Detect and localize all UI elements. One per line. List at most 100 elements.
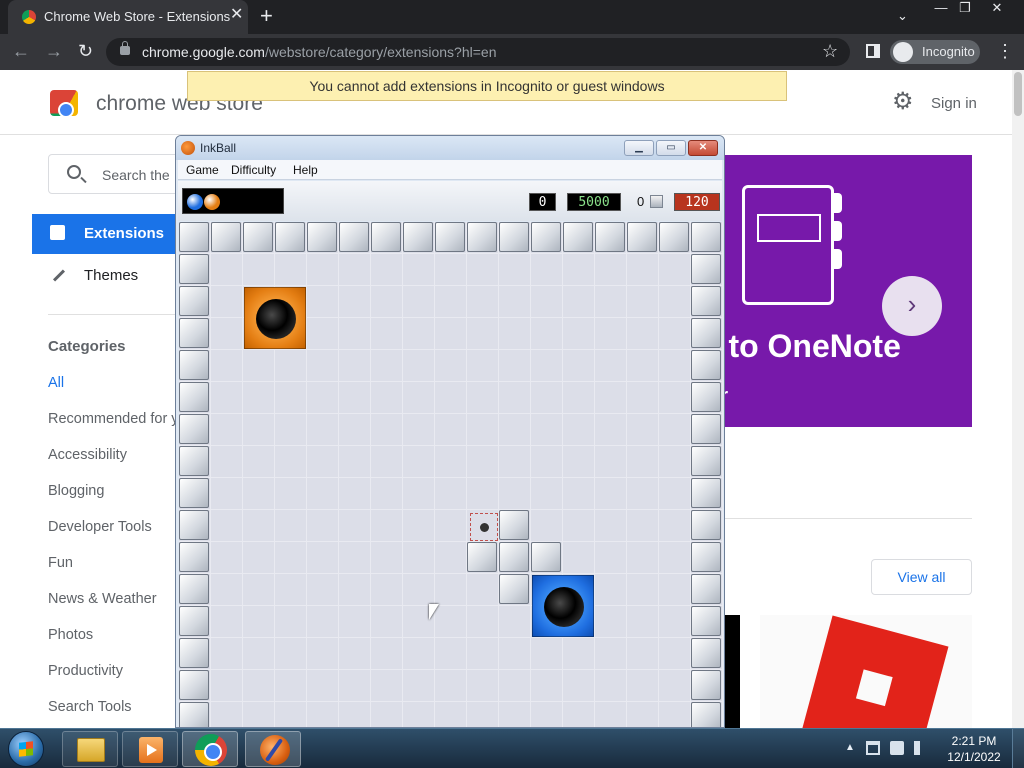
wall-block — [595, 222, 625, 252]
settings-gear-icon[interactable]: ⚙ — [892, 90, 914, 114]
category-all[interactable]: All — [48, 375, 64, 391]
inkball-titlebar[interactable]: InkBall ▁ ▭ ✕ — [176, 136, 724, 160]
show-desktop-button[interactable] — [1012, 729, 1024, 768]
incognito-warning-bar: You cannot add extensions in Incognito o… — [187, 71, 787, 101]
nav-extensions[interactable]: Extensions — [32, 214, 182, 254]
taskbar-chrome[interactable] — [182, 731, 238, 767]
brush-icon — [52, 269, 66, 282]
show-hidden-icons-button[interactable]: ▲ — [845, 742, 855, 753]
wall-block — [179, 638, 209, 668]
gray-balls-count: 0 — [637, 194, 645, 209]
nav-themes[interactable]: Themes — [32, 256, 182, 296]
tab-webstore[interactable]: Chrome Web Store - Extensions ✕ — [8, 0, 248, 34]
tab-close-icon[interactable]: ✕ — [230, 7, 243, 23]
inkball-minimize-button[interactable]: ▁ — [624, 140, 654, 156]
menu-help[interactable]: Help — [293, 163, 318, 177]
notebook-tab-icon — [834, 249, 842, 269]
categories-heading: Categories — [48, 338, 126, 355]
page-scrollbar[interactable] — [1012, 70, 1024, 728]
browser-menu-icon[interactable]: ⋮ — [996, 42, 1014, 60]
windows-taskbar: ▲ 2:21 PM 12/1/2022 — [0, 728, 1024, 768]
wall-block — [243, 222, 273, 252]
lock-icon[interactable] — [120, 41, 130, 55]
wall-block — [691, 318, 721, 348]
close-window-button[interactable]: ✕ — [982, 0, 1012, 18]
scrollbar-thumb[interactable] — [1014, 72, 1022, 116]
url-text[interactable]: chrome.google.com/webstore/category/exte… — [142, 44, 497, 60]
wall-block — [691, 414, 721, 444]
taskbar-inkball[interactable] — [245, 731, 301, 767]
url-path: /webstore/category/extensions?hl=en — [264, 44, 497, 60]
wall-block — [179, 382, 209, 412]
menu-game[interactable]: Game — [186, 163, 219, 177]
category-recommended[interactable]: Recommended for y — [48, 411, 179, 427]
category-fun[interactable]: Fun — [48, 555, 73, 571]
start-button[interactable] — [8, 731, 44, 767]
tab-title: Chrome Web Store - Extensions — [44, 9, 231, 24]
inkball-menubar: Game Difficulty Help — [178, 160, 722, 180]
blue-hole — [532, 575, 594, 637]
category-photos[interactable]: Photos — [48, 627, 93, 643]
hole-opening-icon — [544, 587, 584, 627]
extension-card[interactable] — [760, 615, 972, 728]
forward-button[interactable]: → — [45, 41, 63, 61]
webstore-logo-icon[interactable] — [50, 90, 78, 118]
incognito-badge[interactable]: Incognito — [890, 40, 980, 64]
wall-block — [691, 638, 721, 668]
category-search-tools[interactable]: Search Tools — [48, 699, 132, 715]
inkball-title: InkBall — [200, 141, 237, 155]
view-all-button[interactable]: View all — [871, 559, 972, 595]
category-blogging[interactable]: Blogging — [48, 483, 104, 499]
wall-block — [179, 414, 209, 444]
back-button[interactable]: ← — [12, 41, 30, 61]
volume-icon[interactable] — [914, 741, 928, 755]
inkball-close-button[interactable]: ✕ — [688, 140, 718, 156]
wall-block — [179, 286, 209, 316]
wall-block — [691, 222, 721, 252]
sign-in-link[interactable]: Sign in — [931, 95, 977, 112]
network-icon[interactable] — [866, 741, 880, 755]
inkball-icon — [260, 735, 290, 765]
balls-sunk-counter: 0 — [529, 193, 556, 211]
taskbar-media-player[interactable] — [122, 731, 178, 767]
category-accessibility[interactable]: Accessibility — [48, 447, 127, 463]
clock-date[interactable]: 12/1/2022 — [944, 750, 1004, 764]
wall-block — [179, 222, 209, 252]
address-bar[interactable]: chrome.google.com/webstore/category/exte… — [106, 38, 850, 66]
wall-block — [691, 542, 721, 572]
category-productivity[interactable]: Productivity — [48, 663, 123, 679]
wall-block — [691, 478, 721, 508]
section-divider — [724, 518, 972, 519]
action-center-icon[interactable] — [890, 741, 904, 755]
bookmark-star-icon[interactable]: ☆ — [822, 41, 838, 62]
wall-block — [659, 222, 689, 252]
menu-difficulty[interactable]: Difficulty — [231, 163, 276, 177]
wall-block — [691, 574, 721, 604]
wall-block — [691, 510, 721, 540]
side-panel-icon[interactable] — [866, 44, 880, 58]
queued-orange-ball-icon — [204, 194, 220, 210]
new-tab-button[interactable]: + — [260, 5, 273, 27]
taskbar-explorer[interactable] — [62, 731, 118, 767]
orange-hole — [244, 287, 306, 349]
roblox-logo-icon — [801, 615, 949, 728]
category-news-weather[interactable]: News & Weather — [48, 591, 157, 607]
game-board[interactable] — [179, 222, 723, 727]
banner-next-button[interactable]: › — [882, 276, 942, 336]
clock-time[interactable]: 2:21 PM — [944, 734, 1004, 748]
wall-block — [179, 670, 209, 700]
promo-banner[interactable]: o to OneNote ber › — [700, 155, 972, 427]
windows-explorer-icon — [77, 738, 105, 762]
wall-block — [467, 222, 497, 252]
extension-thumbnail[interactable] — [724, 615, 740, 728]
restore-window-button[interactable]: ❐ — [950, 0, 980, 18]
wall-block — [691, 606, 721, 636]
tab-search-chevron-icon[interactable]: ⌄ — [897, 8, 908, 24]
reload-button[interactable]: ↻ — [78, 41, 93, 61]
timer-display: 120 — [674, 193, 720, 211]
wall-block — [403, 222, 433, 252]
ball-queue-tray — [182, 188, 284, 214]
inkball-maximize-button[interactable]: ▭ — [656, 140, 686, 156]
category-developer-tools[interactable]: Developer Tools — [48, 519, 152, 535]
inkball-window: InkBall ▁ ▭ ✕ Game Difficulty Help 0 500… — [175, 135, 725, 728]
